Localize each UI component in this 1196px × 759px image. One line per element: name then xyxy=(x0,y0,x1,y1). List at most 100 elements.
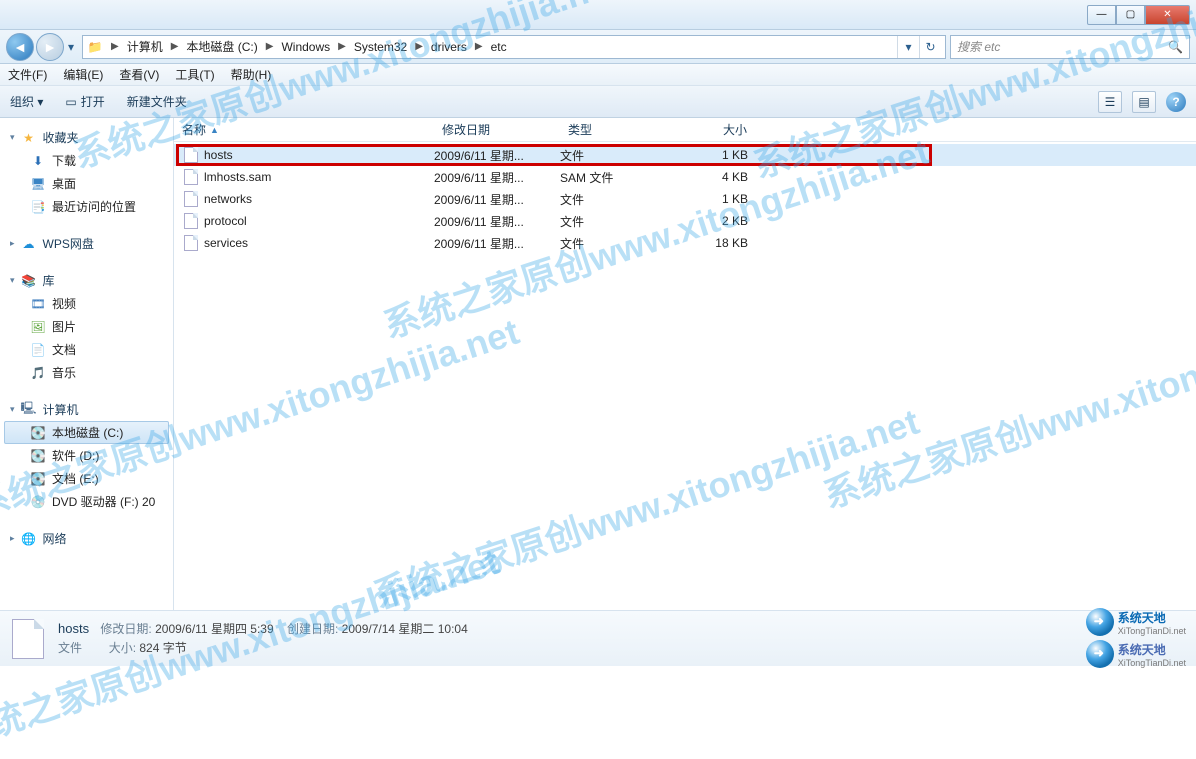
search-placeholder: 搜索 etc xyxy=(957,38,1000,55)
details-filename: hosts xyxy=(58,621,89,636)
open-button[interactable]: ▭ 打开 xyxy=(65,93,104,110)
sidebar-item-downloads[interactable]: ⬇下载 xyxy=(4,149,169,172)
logo-subtext: XiTongTianDi.net xyxy=(1118,658,1186,668)
expand-icon: ▾ xyxy=(10,275,15,286)
sidebar-item-drive-d[interactable]: 💽软件 (D:) xyxy=(4,444,169,467)
logo-subtext: XiTongTianDi.net xyxy=(1118,626,1186,636)
file-row[interactable]: networks 2009/6/11 星期... 文件 1 KB xyxy=(174,188,1196,210)
details-mod-label: 修改日期: xyxy=(100,622,151,636)
details-text: hosts 修改日期: 2009/6/11 星期四 5:39 创建日期: 200… xyxy=(58,619,468,659)
file-size: 2 KB xyxy=(676,214,756,228)
chevron-right-icon[interactable]: ▶ xyxy=(171,41,179,52)
logo-text: 系统天地 xyxy=(1118,643,1166,657)
chevron-right-icon[interactable]: ▶ xyxy=(415,41,423,52)
sidebar-item-drive-c[interactable]: 💽本地磁盘 (C:) xyxy=(4,421,169,444)
logo-text: 系统天地 xyxy=(1118,611,1166,625)
column-size[interactable]: 大小 xyxy=(676,121,756,138)
music-icon: 🎵 xyxy=(30,365,46,381)
address-history-button[interactable]: ▾ xyxy=(897,36,919,58)
file-row[interactable]: services 2009/6/11 星期... 文件 18 KB xyxy=(174,232,1196,254)
sidebar-item-desktop[interactable]: 🖥 桌面 xyxy=(4,172,169,195)
menu-tools[interactable]: 工具(T) xyxy=(175,66,214,83)
file-row[interactable]: lmhosts.sam 2009/6/11 星期... SAM 文件 4 KB xyxy=(174,166,1196,188)
drive-icon: 💽 xyxy=(30,471,46,487)
file-type: SAM 文件 xyxy=(560,169,676,186)
menu-view[interactable]: 查看(V) xyxy=(119,66,159,83)
sidebar-item-label: 音乐 xyxy=(52,364,76,381)
star-icon: ★ xyxy=(21,130,37,146)
address-bar[interactable]: 📁 ▶ 计算机 ▶ 本地磁盘 (C:) ▶ Windows ▶ System32… xyxy=(82,35,946,59)
document-icon: 📄 xyxy=(30,342,46,358)
file-date: 2009/6/11 星期... xyxy=(434,191,560,208)
column-date[interactable]: 修改日期 xyxy=(434,121,560,138)
help-button[interactable]: ? xyxy=(1166,92,1186,112)
file-icon-large xyxy=(12,619,44,659)
sidebar-item-music[interactable]: 🎵 音乐 xyxy=(4,361,169,384)
menu-help[interactable]: 帮助(H) xyxy=(231,66,272,83)
view-options-button[interactable]: ☰ xyxy=(1098,91,1122,113)
nav-history-dropdown[interactable]: ▾ xyxy=(64,40,78,54)
breadcrumb-segment[interactable]: 计算机 xyxy=(127,38,163,55)
sidebar-item-videos[interactable]: 🎞视频 xyxy=(4,292,169,315)
details-size-label: 大小: xyxy=(109,641,136,655)
corner-logo-1: 系统天地XiTongTianDi.net xyxy=(1086,608,1186,636)
sidebar-item-label: DVD 驱动器 (F:) 20 xyxy=(52,493,155,510)
file-row[interactable]: protocol 2009/6/11 星期... 文件 2 KB xyxy=(174,210,1196,232)
sidebar-item-drive-e[interactable]: 💽文档 (E:) xyxy=(4,467,169,490)
breadcrumb-segment[interactable]: 本地磁盘 (C:) xyxy=(186,38,257,55)
breadcrumb-segment[interactable]: Windows xyxy=(281,40,330,54)
chevron-right-icon[interactable]: ▶ xyxy=(475,41,483,52)
globe-icon xyxy=(1086,640,1114,668)
desktop-icon: 🖥 xyxy=(30,176,46,192)
file-rows: hosts 2009/6/11 星期... 文件 1 KB lmhosts.sa… xyxy=(174,142,1196,254)
file-icon xyxy=(184,213,198,229)
close-button[interactable]: ✕ xyxy=(1145,5,1190,25)
libraries-header[interactable]: ▾ 📚 库 xyxy=(4,269,169,292)
column-name[interactable]: 名称 ▲ xyxy=(174,121,434,138)
chevron-right-icon[interactable]: ▶ xyxy=(266,41,274,52)
maximize-button[interactable]: ▢ xyxy=(1116,5,1145,25)
sidebar-item-documents[interactable]: 📄文档 xyxy=(4,338,169,361)
back-button[interactable]: ◄ xyxy=(6,33,34,61)
network-header[interactable]: ▸ 🌐 网络 xyxy=(4,527,169,550)
command-bar: 组织 ▾ ▭ 打开 新建文件夹 ☰ ▤ ? xyxy=(0,86,1196,118)
chevron-right-icon[interactable]: ▶ xyxy=(338,41,346,52)
preview-pane-button[interactable]: ▤ xyxy=(1132,91,1156,113)
wps-header[interactable]: ▸ ☁ WPS网盘 xyxy=(4,232,169,255)
organize-button[interactable]: 组织 ▾ xyxy=(10,93,43,110)
file-row[interactable]: hosts 2009/6/11 星期... 文件 1 KB xyxy=(174,144,1196,166)
favorites-group: ▾ ★ 收藏夹 ⬇下载 🖥 桌面 📑最近访问的位置 xyxy=(4,126,169,218)
forward-button[interactable]: ► xyxy=(36,33,64,61)
column-type[interactable]: 类型 xyxy=(560,121,676,138)
sidebar-item-pictures[interactable]: 🖼图片 xyxy=(4,315,169,338)
favorites-label: 收藏夹 xyxy=(43,129,79,146)
navigation-bar: ◄ ► ▾ 📁 ▶ 计算机 ▶ 本地磁盘 (C:) ▶ Windows ▶ Sy… xyxy=(0,30,1196,64)
libraries-group: ▾ 📚 库 🎞视频 🖼图片 📄文档 🎵 音乐 xyxy=(4,269,169,384)
file-list: 名称 ▲ 修改日期 类型 大小 hosts 2009/6/11 星期... 文件… xyxy=(174,118,1196,610)
breadcrumb-segment[interactable]: drivers xyxy=(431,40,467,54)
computer-header[interactable]: ▾ 🖳 计算机 xyxy=(4,398,169,421)
menu-edit[interactable]: 编辑(E) xyxy=(63,66,103,83)
minimize-button[interactable]: — xyxy=(1087,5,1116,25)
details-pane: hosts 修改日期: 2009/6/11 星期四 5:39 创建日期: 200… xyxy=(0,610,1196,666)
menu-file[interactable]: 文件(F) xyxy=(8,66,47,83)
file-size: 18 KB xyxy=(676,236,756,250)
file-name: services xyxy=(204,236,248,250)
file-type: 文件 xyxy=(560,147,676,164)
file-type: 文件 xyxy=(560,235,676,252)
details-size-value: 824 字节 xyxy=(139,641,186,655)
favorites-header[interactable]: ▾ ★ 收藏夹 xyxy=(4,126,169,149)
sidebar-item-drive-f[interactable]: 💿DVD 驱动器 (F:) 20 xyxy=(4,490,169,513)
chevron-right-icon[interactable]: ▶ xyxy=(111,41,119,52)
refresh-button[interactable]: ↻ xyxy=(919,36,941,58)
sidebar-item-recent[interactable]: 📑最近访问的位置 xyxy=(4,195,169,218)
new-folder-button[interactable]: 新建文件夹 xyxy=(127,93,187,110)
recent-icon: 📑 xyxy=(30,199,46,215)
breadcrumb-segment[interactable]: System32 xyxy=(354,40,407,54)
cloud-icon: ☁ xyxy=(21,236,37,252)
breadcrumb-segment[interactable]: etc xyxy=(491,40,507,54)
search-input[interactable]: 搜索 etc 🔍 xyxy=(950,35,1190,59)
sidebar-item-label: 桌面 xyxy=(52,175,76,192)
sort-ascending-icon: ▲ xyxy=(210,125,219,135)
search-icon[interactable]: 🔍 xyxy=(1168,40,1183,54)
